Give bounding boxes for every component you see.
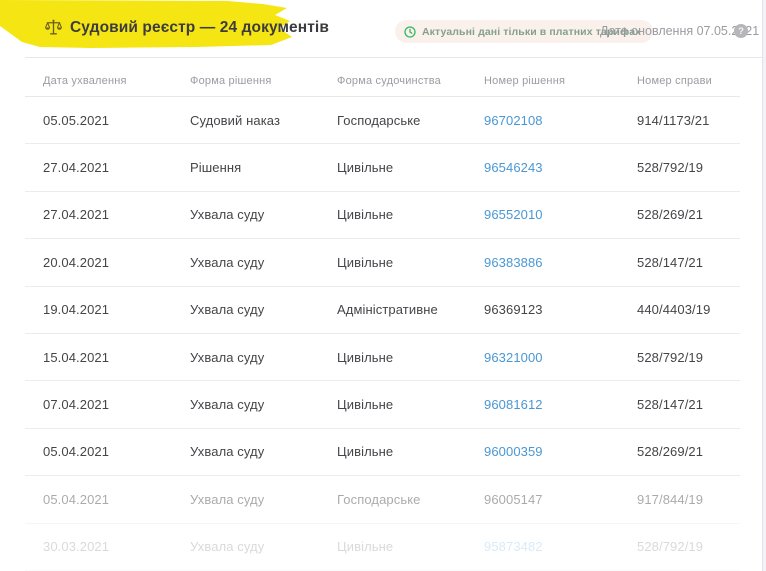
cell-decision-form: Ухвала суду <box>190 302 265 318</box>
cell-decision-form: Рішення <box>190 160 242 176</box>
scales-icon <box>45 19 62 35</box>
cell-case-number: 528/269/21 <box>637 444 704 460</box>
cell-proceeding-type: Цивільне <box>337 397 394 413</box>
decision-number-link[interactable]: 96702108 <box>484 113 637 128</box>
scrollbar-track[interactable] <box>762 0 766 571</box>
table-row: 27.04.2021 Рішення Цивільне 96546243 528… <box>25 144 740 192</box>
cell-case-number: 528/792/19 <box>637 160 704 176</box>
cell-decision-date: 19.04.2021 <box>43 302 110 318</box>
cell-decision-form: Ухвала суду <box>190 491 265 507</box>
table-row: 05.04.2021 Ухвала суду Господарське 9600… <box>25 476 740 524</box>
cell-decision-form: Ухвала суду <box>190 349 265 365</box>
cell-proceeding-type: Цивільне <box>337 254 394 270</box>
cell-decision-date: 15.04.2021 <box>43 349 110 365</box>
decision-number-link[interactable]: 95873482 <box>484 539 637 554</box>
col-header-form: Форма рішення <box>190 75 272 87</box>
help-icon[interactable]: ? <box>734 24 748 38</box>
table-row: 19.04.2021 Ухвала суду Адміністративне 9… <box>25 287 740 334</box>
clock-icon <box>404 25 416 38</box>
cell-case-number: 528/792/19 <box>637 539 704 555</box>
cell-decision-form: Судовий наказ <box>190 112 281 128</box>
cell-decision-date: 20.04.2021 <box>43 254 110 270</box>
table-row: 15.04.2021 Ухвала суду Цивільне 96321000… <box>25 334 740 382</box>
cell-proceeding-type: Господарське <box>337 491 421 507</box>
cell-decision-date: 05.05.2021 <box>43 112 110 128</box>
col-header-decision: Номер рішення <box>484 75 566 87</box>
cell-case-number: 440/4403/19 <box>637 302 711 318</box>
cell-case-number: 528/269/21 <box>637 207 704 223</box>
cell-decision-number: 96369123 <box>484 302 543 318</box>
cell-decision-form: Ухвала суду <box>190 254 265 270</box>
cell-decision-date: 05.04.2021 <box>43 491 110 507</box>
table-row: 07.04.2021 Ухвала суду Цивільне 96081612… <box>25 381 740 429</box>
header-divider <box>25 57 762 58</box>
cell-proceeding-type: Адміністративне <box>337 302 438 318</box>
cell-proceeding-type: Цивільне <box>337 444 394 460</box>
decision-number-link[interactable]: 96383886 <box>484 255 637 270</box>
cell-proceeding-type: Господарське <box>337 112 421 128</box>
court-registry-page: Судовий реєстр — 24 документів Актуальні… <box>0 0 766 571</box>
table-header-row: Дата ухвалення Форма рішення Форма судоч… <box>25 57 740 97</box>
decision-number-link[interactable]: 96552010 <box>484 207 637 222</box>
cell-case-number: 917/844/19 <box>637 491 704 507</box>
cell-case-number: 528/147/21 <box>637 397 704 413</box>
cell-case-number: 528/147/21 <box>637 254 704 270</box>
table-row: 05.04.2021 Ухвала суду Цивільне 96000359… <box>25 429 740 477</box>
decision-number-link[interactable]: 96081612 <box>484 397 637 412</box>
page-title: Судовий реєстр — 24 документів <box>70 18 329 36</box>
decision-number-link[interactable]: 96321000 <box>484 350 637 365</box>
cell-decision-form: Ухвала суду <box>190 539 265 555</box>
cell-case-number: 528/792/19 <box>637 349 704 365</box>
documents-table: Дата ухвалення Форма рішення Форма судоч… <box>25 57 740 571</box>
decision-number-link[interactable]: 96546243 <box>484 160 637 175</box>
cell-proceeding-type: Цивільне <box>337 539 394 555</box>
col-header-date: Дата ухвалення <box>43 75 127 87</box>
cell-decision-date: 27.04.2021 <box>43 207 110 223</box>
cell-decision-form: Ухвала суду <box>190 444 265 460</box>
table-row: 05.05.2021 Судовий наказ Господарське 96… <box>25 97 740 145</box>
cell-proceeding-type: Цивільне <box>337 160 394 176</box>
table-row: 20.04.2021 Ухвала суду Цивільне 96383886… <box>25 239 740 287</box>
cell-decision-date: 07.04.2021 <box>43 397 110 413</box>
cell-decision-form: Ухвала суду <box>190 207 265 223</box>
cell-decision-date: 27.04.2021 <box>43 160 110 176</box>
cell-proceeding-type: Цивільне <box>337 349 394 365</box>
table-row: 30.03.2021 Ухвала суду Цивільне 95873482… <box>25 524 740 571</box>
cell-proceeding-type: Цивільне <box>337 207 394 223</box>
table-body: 05.05.2021 Судовий наказ Господарське 96… <box>25 97 740 571</box>
page-header: Судовий реєстр — 24 документів Актуальні… <box>0 0 766 58</box>
cell-decision-date: 05.04.2021 <box>43 444 110 460</box>
table-row: 27.04.2021 Ухвала суду Цивільне 96552010… <box>25 192 740 240</box>
cell-decision-number: 96005147 <box>484 491 543 507</box>
decision-number-link[interactable]: 96000359 <box>484 444 637 459</box>
col-header-case: Номер справи <box>637 75 712 87</box>
cell-case-number: 914/1173/21 <box>637 112 710 128</box>
col-header-type: Форма судочинства <box>337 75 441 87</box>
cell-decision-date: 30.03.2021 <box>43 539 110 555</box>
cell-decision-form: Ухвала суду <box>190 397 265 413</box>
